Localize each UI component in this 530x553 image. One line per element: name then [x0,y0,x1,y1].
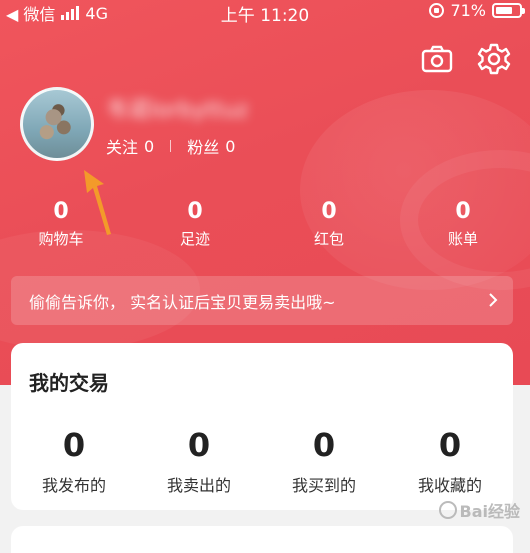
trade-sold[interactable]: 0 我卖出的 [144,427,254,497]
stat-label: 账单 [447,230,478,248]
trade-label: 我买到的 [291,476,356,495]
trade-value: 0 [187,426,211,464]
trade-value: 0 [312,426,336,464]
status-bar: ◀ 微信 4G 上午 11:20 71% [0,0,530,26]
follow-row: 关注 0 粉丝 0 [106,134,235,158]
stat-value: 0 [455,199,471,224]
rotation-lock-icon [429,3,445,18]
my-trade-card: 我的交易 0 我发布的 0 我卖出的 0 我买到的 0 我收藏的 [11,343,513,510]
trade-published[interactable]: 0 我发布的 [19,427,129,497]
stat-label: 足迹 [179,230,210,248]
battery-percent: 71% [450,1,486,20]
stat-footprint[interactable]: 0 足迹 [145,198,245,250]
camera-icon[interactable] [420,42,454,76]
fans-label[interactable]: 粉丝 [187,134,219,158]
trade-label: 我收藏的 [417,476,482,495]
trade-value: 0 [438,426,462,464]
trade-bought[interactable]: 0 我买到的 [269,427,379,497]
battery-icon [492,3,525,18]
username: 韦诺lorbyttuz [106,98,249,123]
trade-title: 我的交易 [29,371,109,395]
divider [170,140,172,152]
stat-label: 红包 [313,230,344,248]
watermark-text: Bai经验 [459,502,520,521]
follow-count[interactable]: 0 [144,137,154,156]
stat-cart[interactable]: 0 购物车 [11,198,111,250]
watermark: Bai经验 [438,498,520,522]
next-section-card [11,526,513,553]
trade-label: 我发布的 [41,476,106,495]
chevron-right-icon [489,293,498,307]
avatar[interactable] [20,87,94,161]
trade-favorites[interactable]: 0 我收藏的 [395,427,505,497]
verification-banner[interactable]: 偷偷告诉你， 实名认证后宝贝更易卖出哦~ [11,276,513,325]
stats-row: 0 购物车 0 足迹 0 红包 0 账单 [0,198,530,254]
stat-value: 0 [53,199,69,224]
stat-red-packet[interactable]: 0 红包 [279,198,379,250]
battery-fill [496,7,512,14]
trade-label: 我卖出的 [166,476,231,495]
stat-value: 0 [321,199,337,224]
gear-icon[interactable] [477,42,511,76]
status-right: 71% [429,1,525,20]
trade-value: 0 [62,426,86,464]
banner-text: 偷偷告诉你， 实名认证后宝贝更易卖出哦~ [29,292,336,312]
stat-bill[interactable]: 0 账单 [413,198,513,250]
paw-icon [438,501,457,519]
fans-count[interactable]: 0 [225,137,235,156]
stat-value: 0 [187,199,203,224]
stat-label: 购物车 [38,230,84,248]
follow-label[interactable]: 关注 [106,134,138,158]
